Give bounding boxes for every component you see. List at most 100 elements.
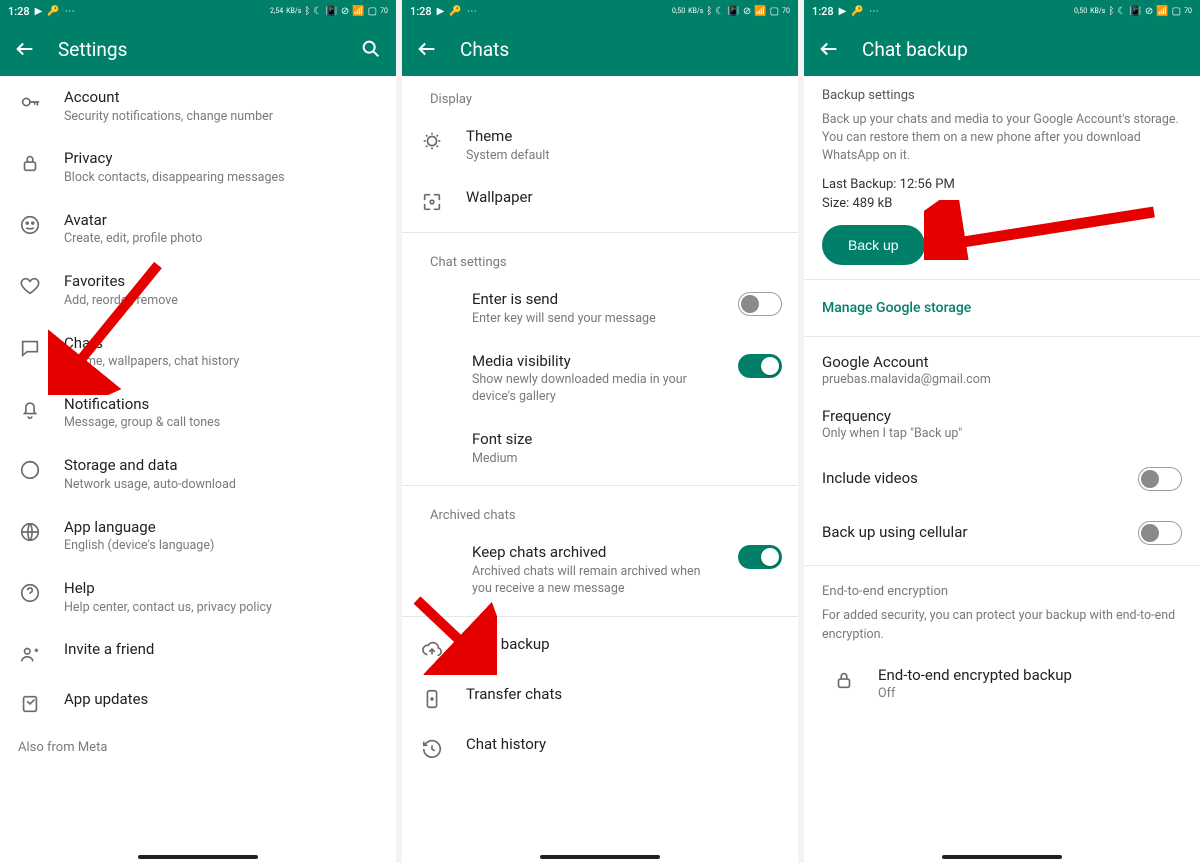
divider bbox=[402, 232, 798, 233]
wifi-icon: 📶 bbox=[352, 6, 364, 17]
item-title: Keep chats archived bbox=[472, 543, 716, 563]
globe-icon bbox=[18, 520, 42, 544]
battery-pct: 70 bbox=[1184, 8, 1192, 15]
manage-storage-link[interactable]: Manage Google storage bbox=[804, 286, 1200, 330]
item-sub: System default bbox=[466, 148, 782, 165]
item-title: Storage and data bbox=[64, 456, 380, 476]
status-bar: 1:28 ▶ 🔑 ⋯ 0,50 KB/s ᛒ ☾ 📳 ⊘ 📶 ▢ 70 bbox=[402, 0, 798, 22]
settings-item-account[interactable]: AccountSecurity notifications, change nu… bbox=[0, 76, 396, 137]
status-time: 1:28 bbox=[410, 5, 432, 18]
moon-icon: ☾ bbox=[313, 6, 322, 17]
section-display: Display bbox=[402, 76, 798, 115]
chats-item-wallpaper[interactable]: Wallpaper bbox=[402, 176, 798, 226]
section-backup-settings: Backup settings bbox=[804, 76, 1200, 107]
toggle-cellular[interactable] bbox=[1138, 521, 1182, 545]
item-title: Invite a friend bbox=[64, 640, 380, 660]
backup-content: Backup settings Back up your chats and m… bbox=[804, 76, 1200, 863]
item-sub: Add, reorder, remove bbox=[64, 293, 380, 310]
item-sub: Off bbox=[878, 686, 1184, 703]
chats-item-history[interactable]: Chat history bbox=[402, 723, 798, 773]
item-title: Wallpaper bbox=[466, 188, 782, 208]
settings-item-chats[interactable]: ChatsTheme, wallpapers, chat history bbox=[0, 322, 396, 383]
chats-item-transfer[interactable]: Transfer chats bbox=[402, 673, 798, 723]
status-bar: 1:28 ▶ 🔑 ⋯ 2,54 KB/s ᛒ ☾ 📳 ⊘ 📶 ▢ 70 bbox=[0, 0, 396, 22]
chat-icon bbox=[18, 336, 42, 360]
chats-item-keep-archived[interactable]: Keep chats archivedArchived chats will r… bbox=[402, 531, 798, 609]
backup-item-e2e[interactable]: End-to-end encrypted backupOff bbox=[804, 654, 1200, 715]
item-sub: Theme, wallpapers, chat history bbox=[64, 354, 380, 371]
settings-item-help[interactable]: HelpHelp center, contact us, privacy pol… bbox=[0, 567, 396, 628]
item-title: Chat backup bbox=[466, 635, 782, 655]
chats-item-theme[interactable]: ThemeSystem default bbox=[402, 115, 798, 176]
status-bar: 1:28 ▶ 🔑 ⋯ 0,50 KB/s ᛒ ☾ 📳 ⊘ 📶 ▢ 70 bbox=[804, 0, 1200, 22]
item-title: Transfer chats bbox=[466, 685, 782, 705]
more-icon: ⋯ bbox=[869, 6, 879, 17]
bluetooth-icon: ᛒ bbox=[1108, 6, 1114, 17]
app-bar: Chat backup bbox=[804, 22, 1200, 76]
page-title: Settings bbox=[58, 38, 338, 61]
toggle-media-visibility[interactable] bbox=[738, 354, 782, 378]
page-title: Chat backup bbox=[862, 38, 1186, 61]
footer-label: Also from Meta bbox=[0, 728, 396, 759]
settings-item-favorites[interactable]: FavoritesAdd, reorder, remove bbox=[0, 260, 396, 321]
settings-item-invite[interactable]: Invite a friend bbox=[0, 628, 396, 678]
settings-item-storage[interactable]: Storage and dataNetwork usage, auto-down… bbox=[0, 444, 396, 505]
toggle-keep-archived[interactable] bbox=[738, 545, 782, 569]
divider bbox=[402, 616, 798, 617]
transfer-icon bbox=[420, 687, 444, 711]
status-time: 1:28 bbox=[8, 5, 30, 18]
settings-item-avatar[interactable]: AvatarCreate, edit, profile photo bbox=[0, 199, 396, 260]
back-icon[interactable] bbox=[818, 38, 840, 60]
divider bbox=[804, 279, 1200, 280]
net-speed: 0,50 bbox=[672, 8, 685, 15]
settings-item-privacy[interactable]: PrivacyBlock contacts, disappearing mess… bbox=[0, 137, 396, 198]
battery-icon: ▢ bbox=[770, 6, 779, 17]
toggle-include-videos[interactable] bbox=[1138, 467, 1182, 491]
page-title: Chats bbox=[460, 38, 784, 61]
backup-item-frequency[interactable]: Frequency Only when I tap "Back up" bbox=[804, 397, 1200, 451]
battery-pct: 70 bbox=[782, 8, 790, 15]
e2e-description: For added security, you can protect your… bbox=[804, 603, 1200, 653]
item-title: Media visibility bbox=[472, 352, 716, 372]
settings-item-notifications[interactable]: NotificationsMessage, group & call tones bbox=[0, 383, 396, 444]
wifi-icon: 📶 bbox=[1156, 6, 1168, 17]
app-bar: Settings bbox=[0, 22, 396, 76]
wallpaper-icon bbox=[420, 190, 444, 214]
vibrate-icon: 📳 bbox=[1129, 6, 1141, 17]
settings-item-language[interactable]: App languageEnglish (device's language) bbox=[0, 506, 396, 567]
backup-item-videos[interactable]: Include videos bbox=[804, 451, 1200, 505]
nosim-icon: ⊘ bbox=[341, 6, 349, 17]
item-title: Font size bbox=[472, 430, 782, 450]
nosim-icon: ⊘ bbox=[1145, 6, 1153, 17]
backup-size: Size: 489 kB bbox=[804, 194, 1200, 213]
backup-item-google[interactable]: Google Account pruebas.malavida@gmail.co… bbox=[804, 343, 1200, 397]
search-icon[interactable] bbox=[360, 38, 382, 60]
item-sub: Only when I tap "Back up" bbox=[822, 426, 1182, 441]
net-unit: KB/s bbox=[286, 8, 301, 15]
play-icon: ▶ bbox=[35, 6, 43, 17]
moon-icon: ☾ bbox=[715, 6, 724, 17]
item-sub: Network usage, auto-download bbox=[64, 477, 380, 494]
item-sub: English (device's language) bbox=[64, 538, 380, 555]
backup-item-cellular[interactable]: Back up using cellular bbox=[804, 505, 1200, 559]
divider bbox=[804, 336, 1200, 337]
item-title: Notifications bbox=[64, 395, 380, 415]
item-title: Avatar bbox=[64, 211, 380, 231]
toggle-enter-send[interactable] bbox=[738, 292, 782, 316]
back-icon[interactable] bbox=[416, 38, 438, 60]
net-speed: 2,54 bbox=[270, 8, 283, 15]
backup-button[interactable]: Back up bbox=[822, 225, 925, 265]
more-icon: ⋯ bbox=[467, 6, 477, 17]
gesture-bar bbox=[540, 855, 660, 859]
chats-item-enter[interactable]: Enter is sendEnter key will send your me… bbox=[402, 278, 798, 339]
section-e2e: End-to-end encryption bbox=[804, 572, 1200, 603]
people-icon bbox=[18, 642, 42, 666]
back-icon[interactable] bbox=[14, 38, 36, 60]
item-sub: Create, edit, profile photo bbox=[64, 231, 380, 248]
item-title: Help bbox=[64, 579, 380, 599]
chats-item-font[interactable]: Font sizeMedium bbox=[402, 418, 798, 479]
chats-item-backup[interactable]: Chat backup bbox=[402, 623, 798, 673]
settings-item-updates[interactable]: App updates bbox=[0, 678, 396, 728]
chats-item-media[interactable]: Media visibilityShow newly downloaded me… bbox=[402, 340, 798, 418]
item-title: Chat history bbox=[466, 735, 782, 755]
